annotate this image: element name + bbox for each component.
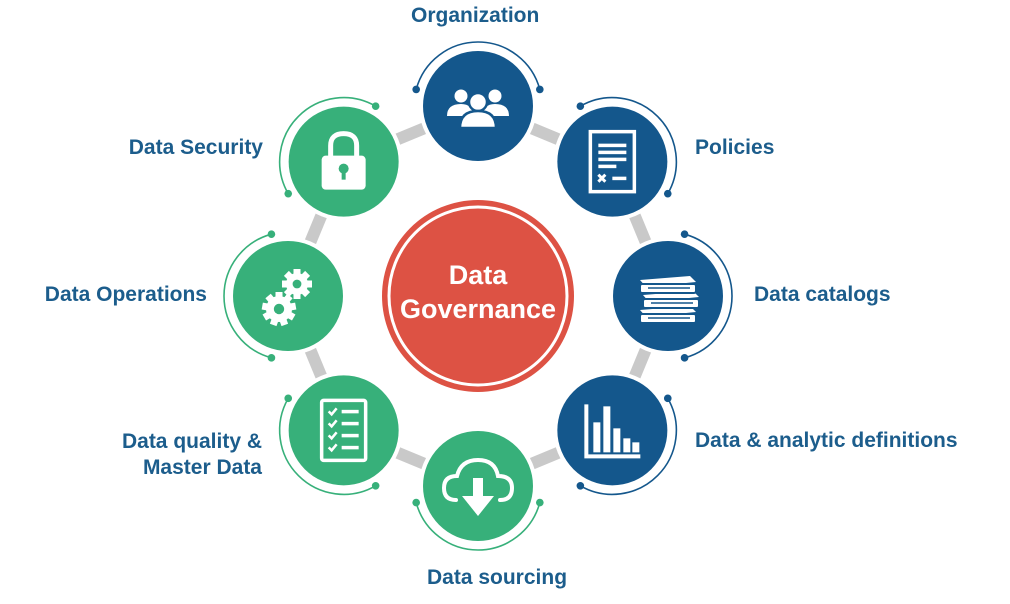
node-policies <box>553 96 678 221</box>
node-arc-dot <box>576 102 585 111</box>
label-data-operations: Data Operations <box>44 283 207 306</box>
label-policies: Policies <box>695 136 775 159</box>
node-data-operations <box>223 230 347 362</box>
node-arc-dot <box>267 354 276 362</box>
center-title-line2: Governance <box>400 294 556 324</box>
node-organization <box>412 41 544 165</box>
node-arc-dot <box>267 230 276 238</box>
label-data-security: Data Security <box>128 136 263 159</box>
center-hub: Data Governance <box>382 200 574 392</box>
node-arc-dot <box>663 189 672 198</box>
node-arc-dot <box>284 394 293 403</box>
node-arc-dot <box>371 481 380 490</box>
node-arc-dot <box>576 481 585 490</box>
node-arc-dot <box>536 85 544 94</box>
node-arc-dot <box>371 102 380 111</box>
label-data-quality: Data quality & Master Data <box>121 430 262 479</box>
node-circle <box>557 106 668 217</box>
node-circle <box>557 375 668 486</box>
node-data-security <box>278 96 403 221</box>
center-title-line1: Data <box>449 260 509 290</box>
node-data-catalogs <box>609 230 733 362</box>
node-data-sourcing <box>412 427 544 551</box>
label-organization: Organization <box>411 4 540 27</box>
node-arc-dot <box>680 354 689 362</box>
node-data-analytic-definitions <box>553 371 678 496</box>
node-circle <box>288 375 399 486</box>
books-icon <box>639 276 700 324</box>
node-arc-dot <box>412 85 420 94</box>
label-data-catalogs: Data catalogs <box>754 283 891 306</box>
label-data-analytic-definitions: Data & analytic definitions <box>695 429 958 452</box>
node-arc-dot <box>536 498 544 507</box>
node-arc-dot <box>284 189 293 198</box>
node-data-quality <box>278 371 403 496</box>
node-arc-dot <box>680 230 689 238</box>
node-arc-dot <box>412 498 420 507</box>
node-arc-dot <box>663 394 672 403</box>
label-data-sourcing: Data sourcing <box>427 566 568 589</box>
